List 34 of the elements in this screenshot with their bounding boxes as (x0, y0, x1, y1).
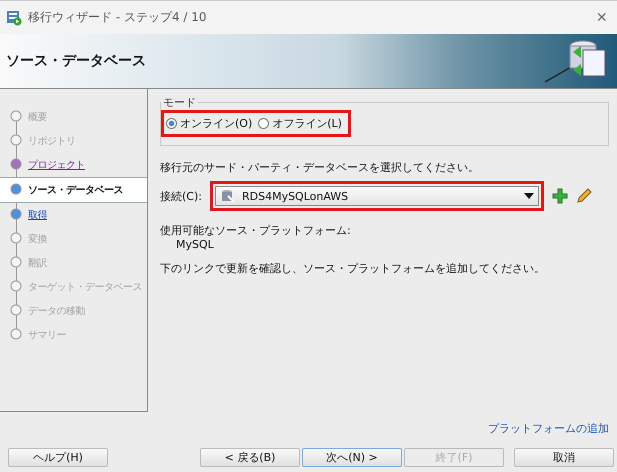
step-item: ターゲット・データベース (0, 275, 147, 299)
page-title: ソース・データベース (6, 52, 146, 70)
close-button[interactable]: × (592, 7, 611, 28)
radio-button[interactable] (258, 118, 270, 129)
step-item[interactable]: プロジェクト (0, 153, 147, 177)
step-item: 概要 (0, 105, 147, 129)
wizard-button[interactable]: ヘルプ(H) (8, 448, 108, 466)
step-item: サマリー (0, 323, 147, 347)
mode-legend: モード (161, 95, 198, 110)
step-item: 変換 (0, 227, 147, 251)
database-icon (220, 188, 236, 204)
step-item: データの移動 (0, 299, 147, 323)
wizard-icon (6, 10, 22, 26)
add-platform-link[interactable]: プラットフォームの追加 (488, 421, 609, 436)
step-item[interactable]: 取得 (0, 203, 147, 227)
pencil-icon[interactable] (576, 188, 592, 204)
radio-option[interactable]: オンライン(O) (166, 116, 252, 131)
prompt-text: 移行元のサード・パーティ・データベースを選択してください。 (160, 160, 480, 175)
wizard-button[interactable]: < 戻る(B) (200, 448, 300, 466)
wizard-button[interactable]: 取消 (514, 448, 614, 466)
platforms-label: 使用可能なソース・プラットフォーム: (160, 223, 352, 238)
hint-text: 下のリンクで更新を確認し、ソース・プラットフォームを追加してください。 (160, 261, 546, 276)
step-item[interactable]: ソース・データベース (0, 177, 147, 203)
connection-dropdown[interactable]: RDS4MySQLonAWS (214, 186, 539, 206)
radio-button[interactable] (166, 118, 177, 129)
connection-label: 接続(C): (160, 188, 202, 204)
platform-name: MySQL (175, 238, 215, 251)
step-item: 翻訳 (0, 251, 147, 275)
step-item: リポジトリ (0, 129, 147, 153)
add-icon[interactable] (552, 188, 568, 204)
wizard-button[interactable]: 次へ(N) > (302, 448, 402, 466)
dropdown-caret-icon (524, 193, 534, 199)
window-title: 移行ウィザード - ステップ4 / 10 (28, 9, 208, 26)
radio-option[interactable]: オフライン(L) (258, 116, 342, 131)
